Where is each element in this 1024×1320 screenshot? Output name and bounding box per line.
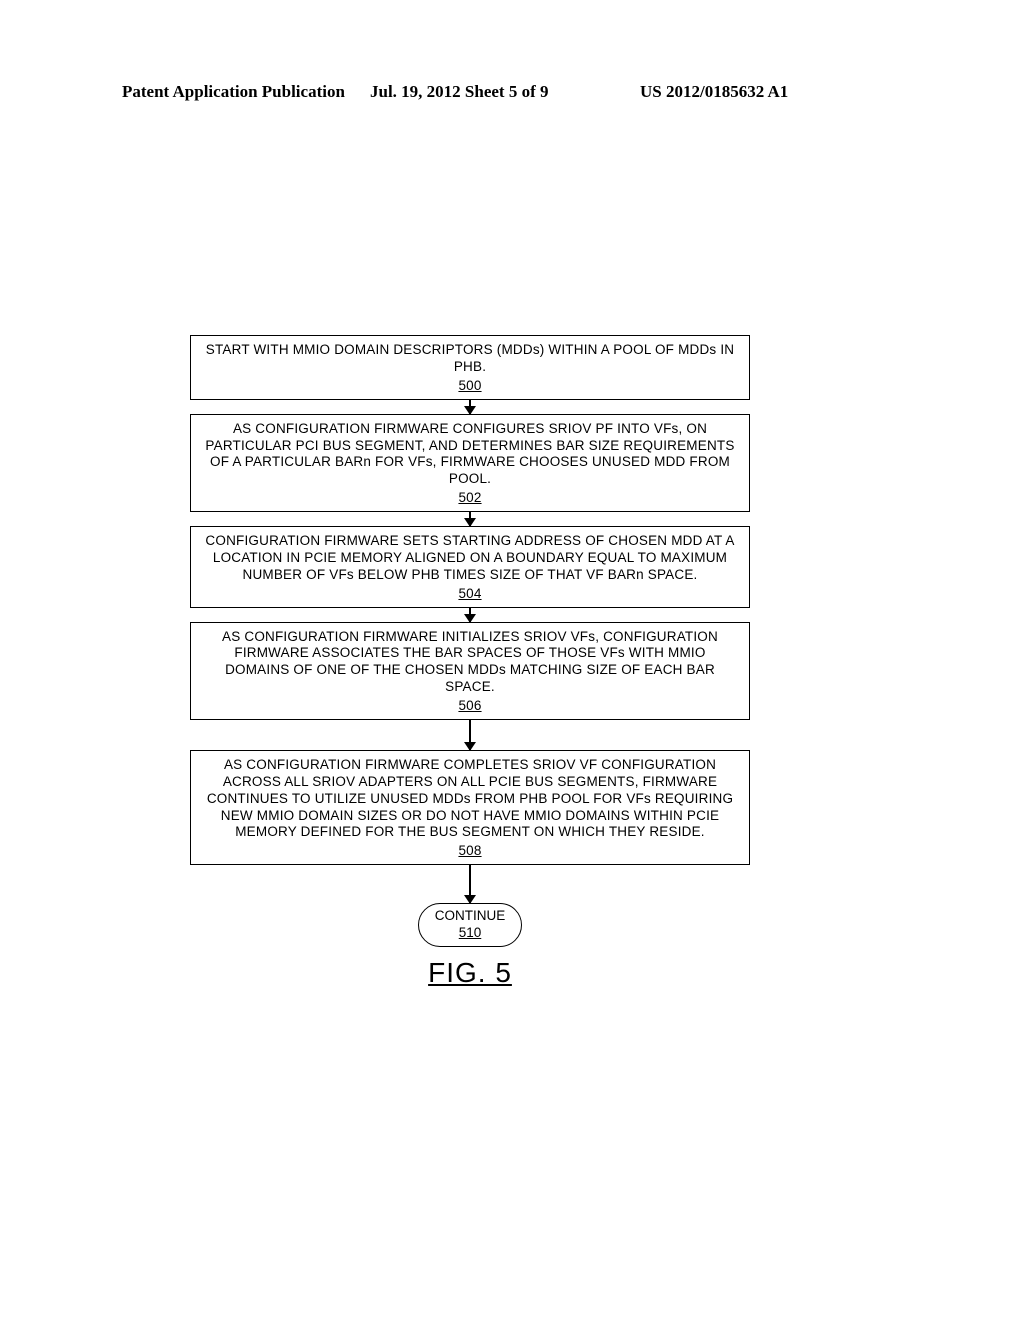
flow-ref: 506 (203, 698, 737, 715)
terminator-text: CONTINUE (435, 908, 506, 923)
flow-text: START WITH MMIO DOMAIN DESCRIPTORS (MDDs… (206, 342, 734, 374)
arrow-502-504 (190, 512, 750, 526)
figure-label: FIG. 5 (190, 957, 750, 989)
flow-text: AS CONFIGURATION FIRMWARE INITIALIZES SR… (222, 629, 718, 695)
flow-box-504: CONFIGURATION FIRMWARE SETS STARTING ADD… (190, 526, 750, 608)
flow-text: AS CONFIGURATION FIRMWARE CONFIGURES SRI… (205, 421, 734, 487)
header-center: Jul. 19, 2012 Sheet 5 of 9 (370, 82, 549, 102)
header-left: Patent Application Publication (122, 82, 345, 102)
flow-box-500: START WITH MMIO DOMAIN DESCRIPTORS (MDDs… (190, 335, 750, 400)
arrow-500-502 (190, 400, 750, 414)
flow-box-502: AS CONFIGURATION FIRMWARE CONFIGURES SRI… (190, 414, 750, 512)
flow-text: AS CONFIGURATION FIRMWARE COMPLETES SRIO… (207, 757, 733, 840)
flow-ref: 502 (203, 490, 737, 507)
flow-ref: 504 (203, 586, 737, 603)
flow-terminator-510: CONTINUE 510 (418, 903, 523, 947)
flow-text: CONFIGURATION FIRMWARE SETS STARTING ADD… (205, 533, 734, 582)
arrow-506-508 (190, 720, 750, 750)
arrow-504-506 (190, 608, 750, 622)
header-right: US 2012/0185632 A1 (640, 82, 788, 102)
flowchart: START WITH MMIO DOMAIN DESCRIPTORS (MDDs… (190, 335, 750, 989)
flow-ref: 508 (203, 843, 737, 860)
flow-ref: 500 (203, 378, 737, 395)
flow-box-508: AS CONFIGURATION FIRMWARE COMPLETES SRIO… (190, 750, 750, 865)
flow-box-506: AS CONFIGURATION FIRMWARE INITIALIZES SR… (190, 622, 750, 720)
arrow-508-510 (190, 865, 750, 903)
terminator-ref: 510 (435, 925, 506, 942)
